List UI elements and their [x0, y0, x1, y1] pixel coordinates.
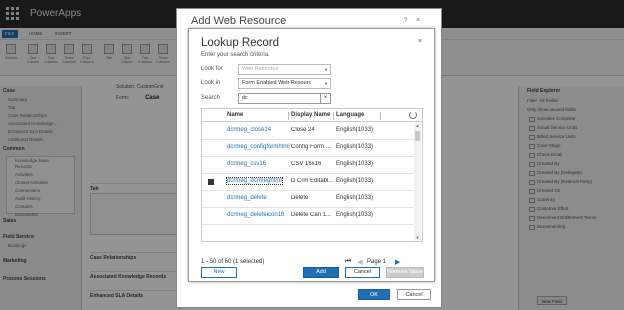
table-row[interactable]: dcrmeg_csv16 CSV 16x16 English(1033) [202, 157, 414, 174]
scroll-down-icon[interactable]: ▼ [414, 235, 421, 241]
record-display-name: Delete [291, 195, 309, 201]
record-language: English(1033) [336, 161, 374, 167]
next-page-icon[interactable]: ▶ [395, 258, 400, 266]
column-divider[interactable] [333, 112, 334, 120]
table-row[interactable]: dcrmeg_delete Delete English(1033) [202, 191, 414, 208]
look-in-value: Form Enabled Web Resourc [242, 80, 312, 86]
close-icon[interactable]: × [416, 17, 420, 24]
record-display-name: Config Form ... [291, 144, 331, 150]
record-display-name: Close 24 [291, 127, 315, 133]
column-header-name[interactable]: Name [227, 109, 243, 122]
record-name-link[interactable]: dcrmeg_csv16 [227, 161, 266, 167]
page-label: Page 1 [367, 259, 387, 265]
lookup-record-dialog: Lookup Record Enter your search criteria… [188, 28, 435, 282]
dialog-title: Add Web Resource [191, 15, 287, 27]
scroll-up-icon[interactable]: ▲ [414, 123, 421, 129]
records-grid: Name Display Name Language dcrmeg_close2… [201, 108, 423, 242]
lookup-subtitle: Enter your search criteria. [201, 52, 270, 58]
help-icon[interactable]: ? [404, 18, 407, 24]
column-header-display-name[interactable]: Display Name [291, 109, 330, 122]
record-name-link[interactable]: dcrmeg_delete [227, 195, 267, 201]
record-language: English(1033) [336, 212, 374, 218]
search-value: dc [242, 95, 248, 101]
look-for-label: Look for [201, 66, 223, 72]
column-divider[interactable] [288, 112, 289, 120]
column-divider[interactable] [380, 112, 381, 120]
first-page-icon[interactable]: ⏮ [345, 258, 351, 266]
vertical-scrollbar[interactable]: ▲ ▼ [414, 123, 421, 241]
new-button[interactable]: New [201, 267, 237, 278]
remove-value-button: Remove Value [386, 267, 424, 278]
record-name-link[interactable]: dcrmeg_deleteicon16 [227, 212, 284, 218]
record-display-name: CSV 16x16 [291, 161, 322, 167]
column-header-language[interactable]: Language [336, 109, 364, 122]
chevron-down-icon: ▼ [324, 67, 328, 72]
record-language: English(1033) [336, 195, 374, 201]
record-name-link[interactable]: dcrmeg_dcrmeghtml [226, 177, 283, 185]
record-display-name: D Crm Editabl... [291, 178, 334, 184]
grid-header: Name Display Name Language [202, 109, 422, 122]
ok-button[interactable]: OK [358, 289, 390, 300]
cancel-button[interactable]: Cancel [345, 267, 380, 278]
table-row-selected[interactable]: dcrmeg_dcrmeghtml D Crm Editabl... Engli… [202, 174, 414, 191]
row-checkbox[interactable] [208, 196, 214, 202]
previous-page-icon: ◀ [357, 259, 363, 266]
record-language: English(1033) [336, 178, 374, 184]
row-checkbox[interactable] [208, 213, 214, 219]
record-count: 1 - 50 of 60 (1 selected) [201, 259, 265, 265]
clear-search-icon[interactable]: × [320, 94, 330, 103]
row-checkbox[interactable] [208, 145, 214, 151]
table-row[interactable]: dcrmeg_configformhtml Config Form ... En… [202, 140, 414, 157]
search-input[interactable]: dc × [238, 93, 331, 104]
look-in-label: Look in [201, 80, 221, 86]
search-label: Search [201, 95, 221, 101]
look-in-select[interactable]: Form Enabled Web Resourc ▼ [238, 78, 331, 89]
add-button[interactable]: Add [303, 267, 339, 278]
record-name-link[interactable]: dcrmeg_configformhtml [227, 144, 290, 150]
chevron-down-icon: ▼ [324, 81, 328, 86]
record-language: English(1033) [336, 127, 374, 133]
record-display-name: Delete Can 1... [291, 212, 332, 218]
scroll-thumb[interactable] [415, 131, 420, 141]
cancel-button[interactable]: Cancel [397, 289, 431, 300]
look-for-select[interactable]: Web Resource ▼ [238, 64, 331, 75]
record-name-link[interactable]: dcrmeg_close24 [227, 127, 271, 133]
table-row[interactable]: dcrmeg_deleteicon16 Delete Can 1... Engl… [202, 208, 414, 225]
lookup-title: Lookup Record [201, 37, 279, 49]
refresh-icon[interactable] [409, 111, 417, 119]
table-row[interactable]: dcrmeg_close24 Close 24 English(1033) [202, 123, 414, 140]
row-checkbox-checked[interactable] [208, 179, 214, 185]
close-icon[interactable]: × [418, 38, 422, 45]
record-language: English(1033) [336, 144, 374, 150]
row-checkbox[interactable] [208, 162, 214, 168]
row-checkbox[interactable] [208, 128, 214, 134]
look-for-value: Web Resource [242, 66, 279, 72]
